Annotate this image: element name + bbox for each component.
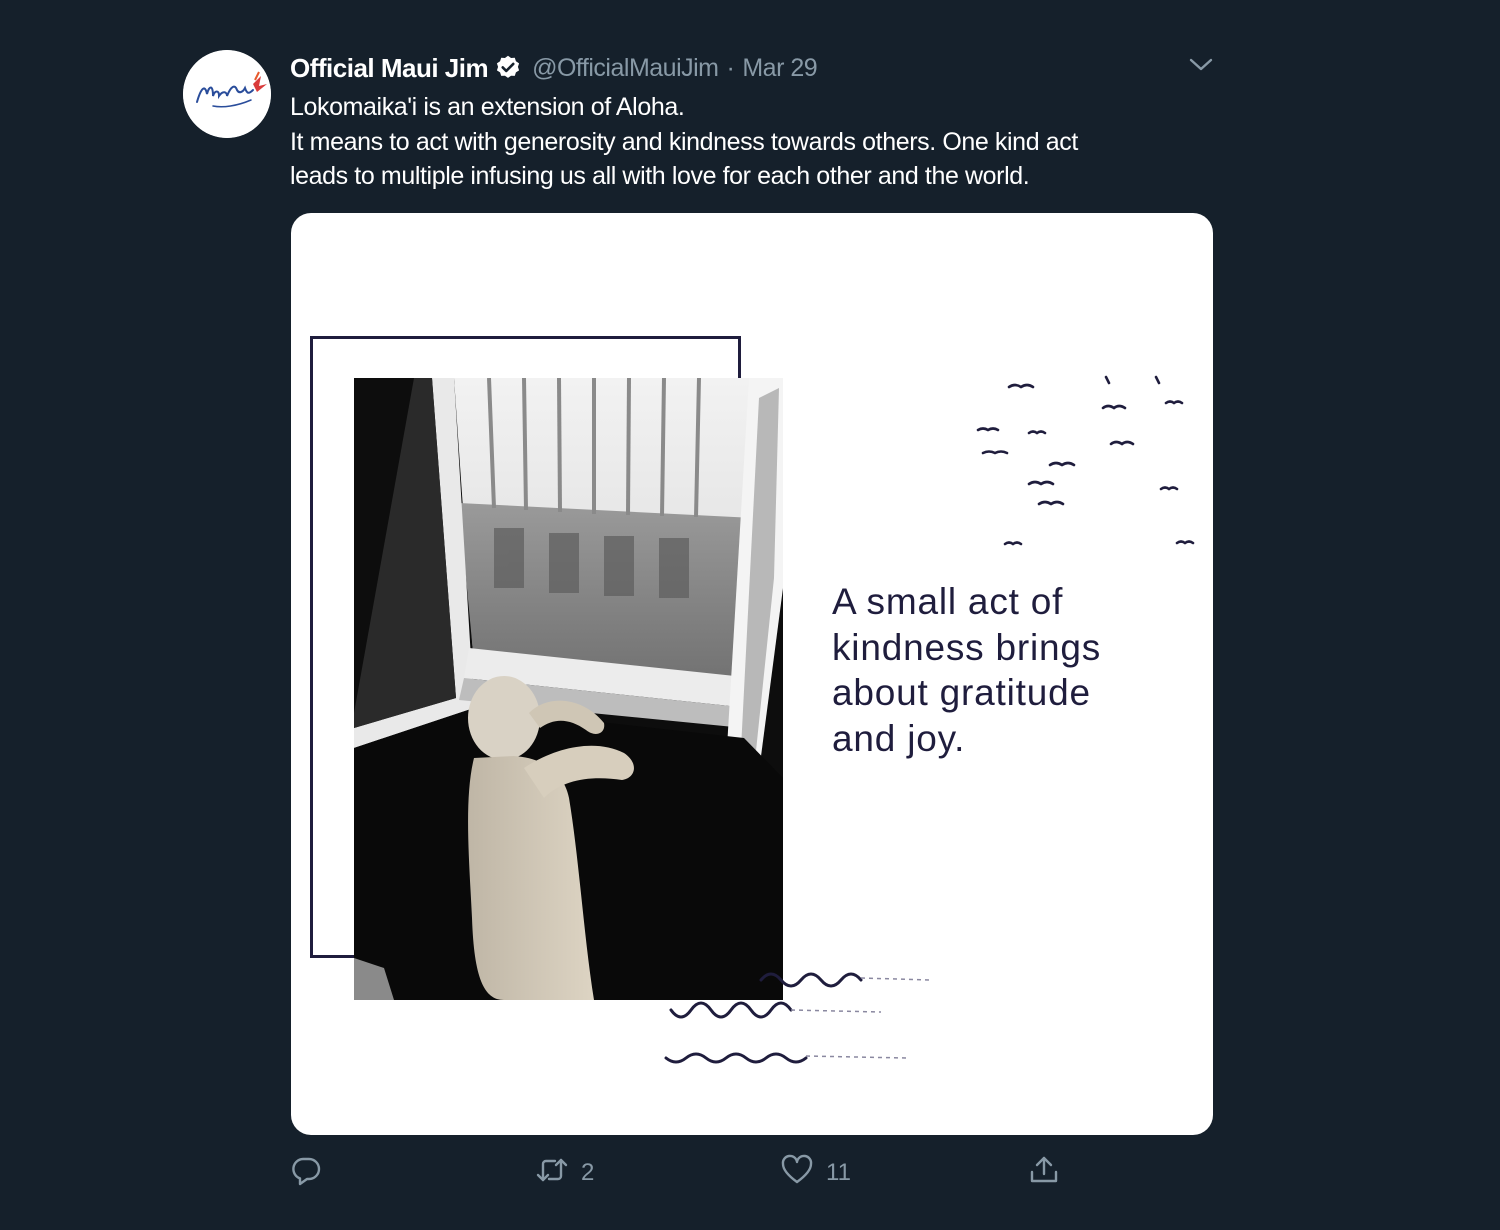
- birds-illustration: [976, 375, 1195, 546]
- reply-icon: [290, 1154, 322, 1191]
- tweet-actions: 2 11: [0, 1145, 1500, 1200]
- reply-button[interactable]: [290, 1145, 334, 1200]
- tweet[interactable]: Official Maui Jim @OfficialMauiJim · Mar…: [0, 0, 1500, 1230]
- tweet-date[interactable]: Mar 29: [742, 54, 817, 83]
- heart-icon: [780, 1154, 814, 1191]
- share-icon: [1028, 1154, 1060, 1191]
- avatar[interactable]: [183, 50, 271, 138]
- retweet-icon: [535, 1154, 569, 1191]
- separator-dot: ·: [726, 53, 735, 82]
- like-count: 11: [826, 1158, 851, 1186]
- tweet-text-line: Lokomaika'i is an extension of Aloha.: [290, 93, 685, 121]
- like-button[interactable]: 11: [780, 1145, 851, 1200]
- chevron-down-icon[interactable]: [1186, 52, 1216, 78]
- media-caption-line: A small act of: [832, 581, 1064, 622]
- media-caption: A small act of kindness brings about gra…: [832, 579, 1172, 761]
- media-photo: [354, 378, 783, 1000]
- tweet-media[interactable]: A small act of kindness brings about gra…: [291, 213, 1213, 1135]
- tweet-text-line: It means to act with generosity and kind…: [290, 127, 1078, 156]
- retweet-count: 2: [581, 1158, 595, 1186]
- tweet-text-line: leads to multiple infusing us all with l…: [290, 162, 1030, 190]
- waves-illustration: [664, 972, 932, 1064]
- retweet-button[interactable]: 2: [535, 1145, 594, 1200]
- media-caption-line: about gratitude: [832, 672, 1091, 713]
- tweet-header: Official Maui Jim @OfficialMauiJim · Mar…: [290, 50, 818, 86]
- maui-jim-logo-icon: [183, 50, 271, 138]
- media-caption-line: kindness brings: [832, 626, 1102, 668]
- display-name[interactable]: Official Maui Jim: [290, 53, 489, 84]
- tweet-text: Lokomaika'i is an extension of Aloha. It…: [290, 90, 1190, 194]
- user-handle[interactable]: @OfficialMauiJim: [532, 54, 719, 83]
- share-button[interactable]: [1028, 1145, 1072, 1200]
- media-caption-line: and joy.: [832, 717, 966, 759]
- verified-badge-icon: [494, 54, 522, 82]
